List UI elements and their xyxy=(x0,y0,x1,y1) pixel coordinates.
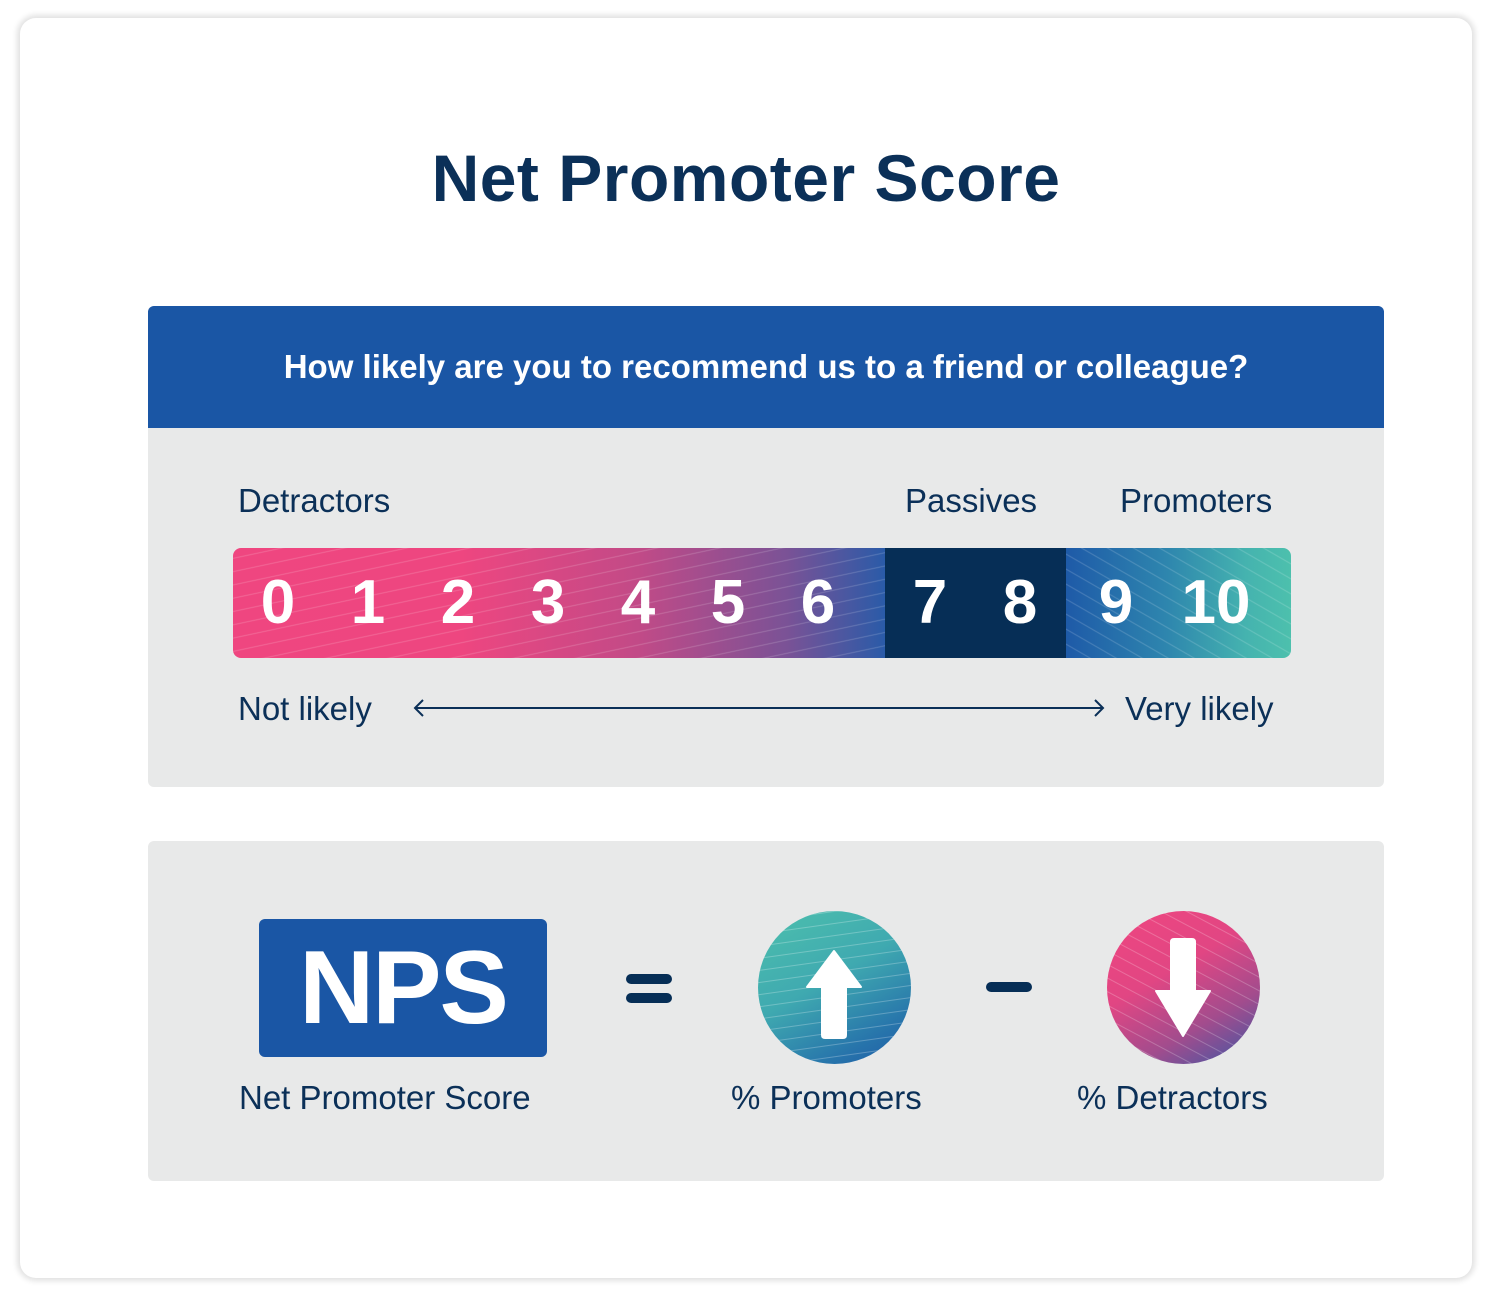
score-10: 10 xyxy=(1181,568,1251,637)
nps-label: Net Promoter Score xyxy=(239,1079,531,1116)
promoters-label: % Promoters xyxy=(731,1079,922,1116)
score-5: 5 xyxy=(710,568,746,637)
nps-badge: NPS xyxy=(259,919,547,1057)
score-1: 1 xyxy=(350,568,386,637)
score-0: 0 xyxy=(260,568,296,637)
score-3: 3 xyxy=(530,568,566,637)
survey-question-header: How likely are you to recommend us to a … xyxy=(148,306,1384,428)
rating-scale: 0 1 2 3 4 5 6 7 8 9 10 xyxy=(233,548,1291,658)
page-title: Net Promoter Score xyxy=(431,141,1061,215)
detractors-circle xyxy=(1107,911,1260,1064)
promoters-segment: 9 10 xyxy=(1066,548,1291,658)
formula-panel: NPS Net Promoter Score % Promoters % Det… xyxy=(148,841,1384,1181)
axis-label-high: Very likely xyxy=(1125,690,1274,727)
infographic-card: Net Promoter Score How likely are you to… xyxy=(20,18,1472,1278)
detractors-label: % Detractors xyxy=(1077,1079,1268,1116)
minus-icon xyxy=(986,982,1032,992)
score-7: 7 xyxy=(912,568,948,637)
score-9: 9 xyxy=(1098,568,1134,637)
passives-segment: 7 8 xyxy=(885,548,1066,658)
survey-question: How likely are you to recommend us to a … xyxy=(283,348,1249,385)
group-label-detractors: Detractors xyxy=(238,482,391,519)
nps-acronym: NPS xyxy=(299,929,509,1046)
arrow-down-icon xyxy=(1107,911,1260,1064)
group-label-passives: Passives xyxy=(905,482,1038,519)
score-8: 8 xyxy=(1002,568,1038,637)
score-2: 2 xyxy=(440,568,476,637)
score-6: 6 xyxy=(800,568,836,637)
double-arrow-icon xyxy=(413,699,1105,717)
arrow-up-icon xyxy=(758,911,911,1064)
promoters-circle xyxy=(758,911,911,1064)
detractors-segment: 0 1 2 3 4 5 6 xyxy=(233,548,885,658)
equals-icon xyxy=(626,974,672,1012)
survey-panel: How likely are you to recommend us to a … xyxy=(148,306,1384,787)
score-4: 4 xyxy=(620,568,656,637)
axis-label-low: Not likely xyxy=(238,690,372,727)
group-label-promoters: Promoters xyxy=(1120,482,1273,519)
